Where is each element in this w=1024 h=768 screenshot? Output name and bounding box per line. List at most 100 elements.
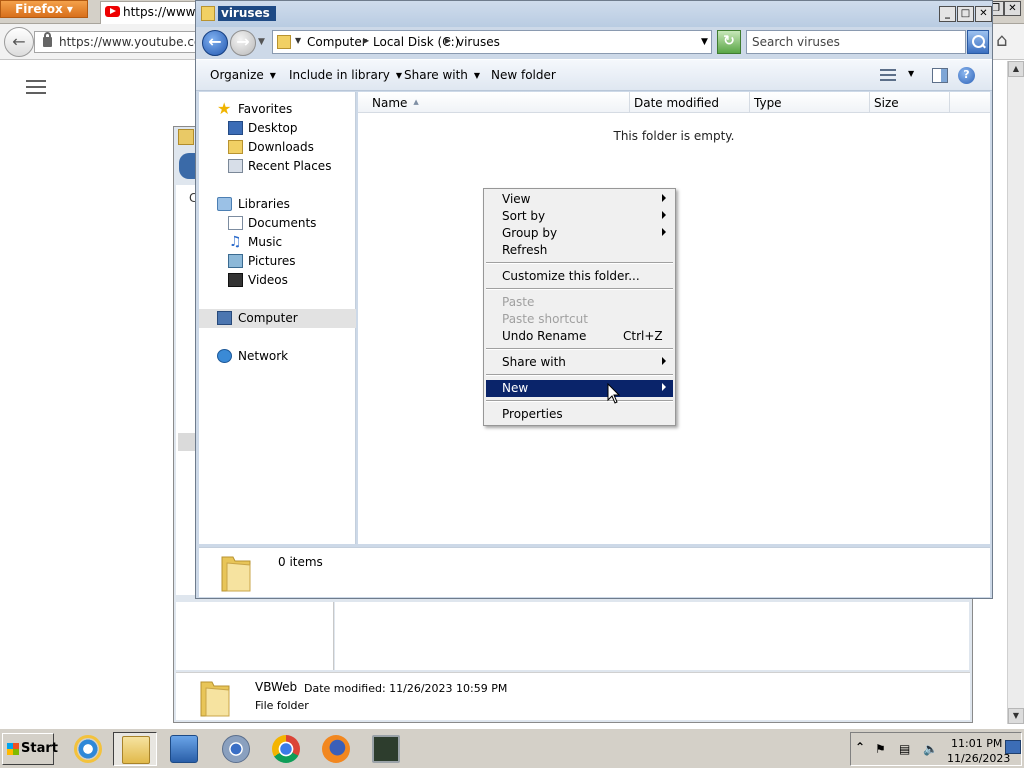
nav-pictures[interactable]: Pictures (199, 252, 356, 271)
browser-tab-title: https://www.y (123, 5, 200, 19)
nav-music-label: Music (248, 235, 283, 249)
pictures-icon (228, 254, 243, 268)
breadcrumb-arrow-icon[interactable]: ▼ (295, 36, 301, 45)
nav-documents[interactable]: Documents (199, 214, 356, 233)
breadcrumb-viruses[interactable]: viruses (457, 35, 500, 49)
column-size[interactable]: Size (870, 92, 950, 113)
close-button[interactable]: ✕ (975, 6, 992, 22)
menu-separator (486, 374, 673, 376)
breadcrumb-arrow-icon[interactable]: ▶ (445, 36, 451, 45)
taskbar-internet-explorer[interactable] (66, 732, 110, 766)
show-desktop-icon[interactable] (1005, 740, 1021, 754)
window-titlebar[interactable]: viruses _ □ ✕ (196, 1, 992, 27)
nav-downloads[interactable]: Downloads (199, 138, 356, 157)
nav-desktop[interactable]: Desktop (199, 119, 356, 138)
recent-pages-dropdown[interactable]: ▼ (258, 37, 265, 47)
media-player-icon (170, 735, 198, 763)
url-bar[interactable]: https://www.youtube.com/r (34, 31, 204, 53)
menu-separator (486, 288, 673, 290)
browser-tab[interactable]: https://www.y (100, 1, 200, 24)
menu-item-paste: Paste (502, 295, 535, 309)
taskbar-windows-explorer[interactable] (113, 732, 157, 766)
network-status-icon[interactable]: ▤ (899, 742, 915, 758)
menu-item-view[interactable]: View (486, 191, 673, 208)
menu-item-refresh[interactable]: Refresh (486, 242, 673, 259)
menu-item-sort-by[interactable]: Sort by (486, 208, 673, 225)
maximize-button[interactable]: □ (957, 6, 974, 22)
page-scrollbar[interactable]: ▲ ▼ (1007, 61, 1024, 724)
browser-back-button[interactable]: ← (4, 27, 34, 57)
address-dropdown-icon[interactable]: ▼ (701, 37, 708, 47)
nav-libraries[interactable]: Libraries (199, 195, 356, 214)
taskbar-chrome[interactable] (264, 732, 308, 766)
nav-favorites[interactable]: ★ Favorites (199, 100, 356, 119)
youtube-icon (105, 6, 120, 17)
refresh-button[interactable]: ↻ (717, 30, 741, 54)
column-headers: Name ▲ Date modified Type Size (358, 92, 990, 113)
window-controls: _ □ ✕ (938, 5, 992, 22)
computer-icon (217, 311, 232, 325)
column-name[interactable]: Name ▲ (358, 92, 630, 113)
breadcrumb-arrow-icon[interactable]: ▶ (363, 36, 369, 45)
search-input[interactable]: Search viruses (746, 30, 966, 54)
breadcrumb-computer[interactable]: Computer (307, 35, 367, 49)
nav-music[interactable]: ♫ Music (199, 233, 356, 252)
new-folder-button[interactable]: New folder (491, 68, 556, 82)
help-icon[interactable]: ? (958, 67, 975, 84)
item-date-modified: Date modified: 11/26/2023 10:59 PM (304, 682, 508, 695)
firefox-menu-button[interactable]: Firefox ▾ (0, 0, 88, 18)
submenu-arrow-icon (662, 357, 666, 365)
item-count: 0 items (278, 555, 323, 569)
nav-recent-places-label: Recent Places (248, 159, 332, 173)
desktop-icon (228, 121, 243, 135)
share-with-button[interactable]: Share with ▼ (404, 68, 480, 82)
hamburger-menu-icon[interactable] (26, 80, 46, 98)
clock-date[interactable]: 11/26/2023 (947, 752, 1010, 765)
volume-muted-icon[interactable]: 🔈 (923, 742, 939, 758)
action-center-flag-icon[interactable]: ⚑ (875, 742, 891, 758)
star-icon: ★ (217, 99, 232, 118)
start-button[interactable]: Start (2, 733, 58, 765)
nav-computer[interactable]: Computer (199, 309, 356, 328)
menu-item-customize-folder[interactable]: Customize this folder... (486, 268, 673, 285)
menu-item-share-with[interactable]: Share with (486, 354, 673, 371)
organize-button[interactable]: Organize ▼ (210, 68, 276, 82)
menu-item-undo-rename[interactable]: Undo Rename Ctrl+Z (486, 328, 673, 345)
column-type[interactable]: Type (750, 92, 870, 113)
search-icon[interactable] (967, 30, 989, 54)
home-icon[interactable]: ⌂ (996, 30, 1007, 51)
scroll-down-arrow-icon[interactable]: ▼ (1008, 708, 1024, 724)
address-bar[interactable]: ▼ Computer ▶ Local Disk (C:) ▶ viruses ▼ (272, 30, 712, 54)
nav-libraries-label: Libraries (238, 197, 290, 211)
back-button[interactable]: ← (202, 30, 228, 56)
forward-button[interactable]: → (230, 30, 256, 56)
nav-recent-places[interactable]: Recent Places (199, 157, 356, 176)
nav-network[interactable]: Network (199, 347, 356, 366)
background-selection (178, 433, 196, 451)
views-dropdown-icon[interactable]: ▼ (908, 69, 914, 78)
chrome-icon (272, 735, 300, 763)
firefox-close-button[interactable]: ✕ (1004, 1, 1021, 16)
menu-item-properties[interactable]: Properties (486, 406, 673, 423)
menu-item-new[interactable]: New (486, 380, 673, 397)
submenu-arrow-icon (662, 228, 666, 236)
scroll-up-arrow-icon[interactable]: ▲ (1008, 61, 1024, 77)
menu-item-group-by[interactable]: Group by (486, 225, 673, 242)
taskbar-chromium[interactable] (214, 732, 258, 766)
minimize-button[interactable]: _ (939, 6, 956, 22)
taskbar-firefox[interactable] (314, 732, 358, 766)
network-icon (217, 349, 232, 363)
show-hidden-icons-icon[interactable]: ⌃ (855, 740, 865, 754)
clock-time[interactable]: 11:01 PM (951, 737, 1002, 750)
views-icon[interactable] (880, 69, 896, 81)
taskbar-task-manager[interactable] (364, 732, 408, 766)
preview-pane-icon[interactable] (932, 68, 948, 83)
include-in-library-button[interactable]: Include in library ▼ (289, 68, 402, 82)
folder-icon (277, 35, 291, 49)
nav-desktop-label: Desktop (248, 121, 298, 135)
nav-videos[interactable]: Videos (199, 271, 356, 290)
folder-icon (221, 556, 251, 592)
taskbar-media-player[interactable] (162, 732, 206, 766)
column-date-modified[interactable]: Date modified (630, 92, 750, 113)
menu-separator (486, 348, 673, 350)
